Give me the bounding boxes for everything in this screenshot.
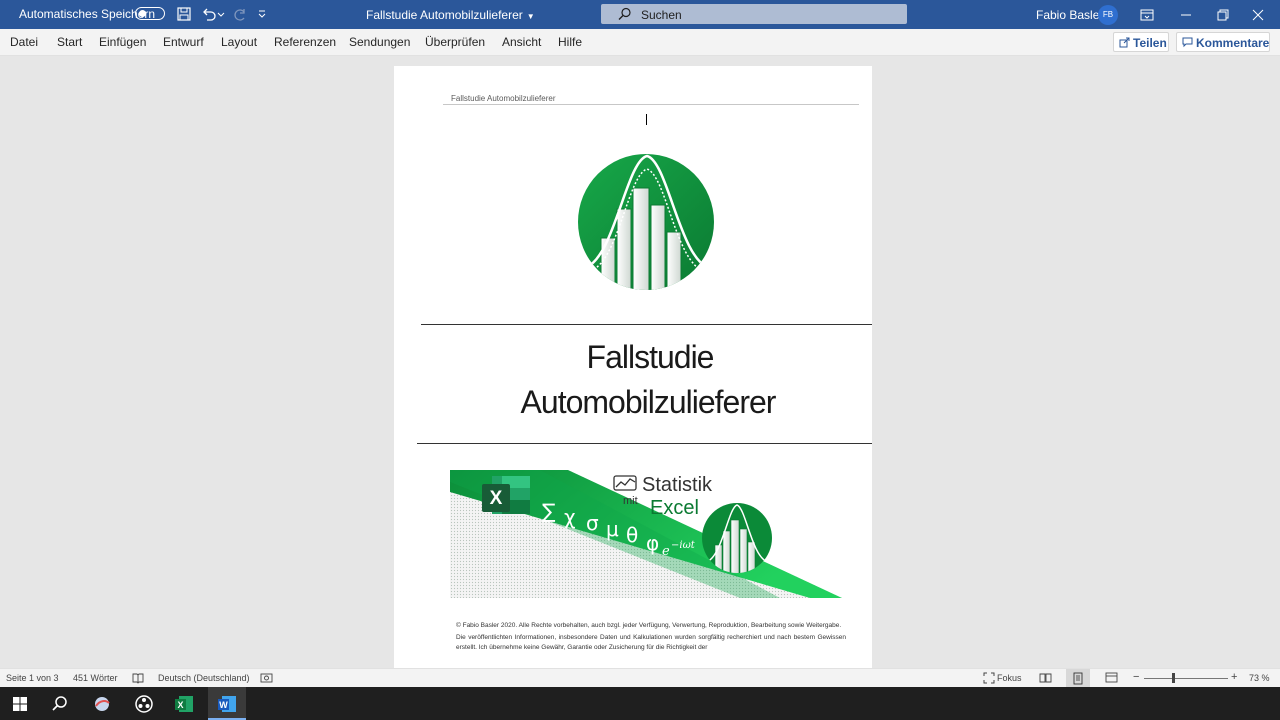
banner-symbol-theta: θ xyxy=(626,523,638,547)
app-icon[interactable] xyxy=(90,692,114,716)
focus-label[interactable]: Fokus xyxy=(997,673,1022,683)
comments-label: Kommentare xyxy=(1196,36,1270,50)
page-count[interactable]: Seite 1 von 3 xyxy=(6,673,59,683)
tab-einfuegen[interactable]: Einfügen xyxy=(99,35,146,49)
comments-button[interactable]: Kommentare xyxy=(1176,32,1270,52)
search-icon xyxy=(618,7,631,20)
accessibility-check-icon[interactable] xyxy=(260,672,273,684)
status-bar: Seite 1 von 3 451 Wörter Deutsch (Deutsc… xyxy=(0,668,1280,688)
copyright-paragraph-1: © Fabio Basler 2020. Alle Rechte vorbeha… xyxy=(456,622,842,629)
document-title-line1: Fallstudie xyxy=(586,339,715,375)
document-title[interactable]: Fallstudie Automobilzulieferer ▼ xyxy=(366,8,535,22)
tab-ansicht[interactable]: Ansicht xyxy=(502,35,541,49)
web-layout-icon[interactable] xyxy=(1105,672,1118,684)
copyright-notice: © Fabio Basler 2020. Alle Rechte vorbeha… xyxy=(456,621,846,655)
taskbar-search-icon[interactable] xyxy=(48,692,72,716)
title-rule-top xyxy=(421,324,872,325)
zoom-out-button[interactable]: − xyxy=(1133,671,1139,683)
proofing-book-icon[interactable] xyxy=(132,672,144,684)
toggle-knob xyxy=(139,10,146,17)
document-title-line2: Automobilzulieferer xyxy=(520,384,777,420)
tab-layout[interactable]: Layout xyxy=(221,35,257,49)
zoom-slider-handle[interactable] xyxy=(1172,673,1175,683)
language-indicator[interactable]: Deutsch (Deutschland) xyxy=(158,673,250,683)
share-label: Teilen xyxy=(1133,36,1167,50)
undo-dropdown-icon[interactable] xyxy=(217,6,225,22)
print-layout-icon[interactable] xyxy=(1072,672,1084,685)
copyright-paragraph-2: Die veröffentlichten Informationen, insb… xyxy=(456,634,846,651)
ribbon-display-options-icon[interactable] xyxy=(1139,7,1155,23)
redo-icon[interactable] xyxy=(232,6,248,22)
avatar[interactable]: FB xyxy=(1098,5,1118,25)
tab-referenzen[interactable]: Referenzen xyxy=(274,35,336,49)
tab-sendungen[interactable]: Sendungen xyxy=(349,35,410,49)
comment-icon xyxy=(1182,37,1193,48)
restore-icon[interactable] xyxy=(1215,7,1231,23)
document-page[interactable]: Fallstudie Automobilzulieferer Fallstudi… xyxy=(394,66,872,668)
banner-mit: mit xyxy=(623,495,638,507)
windows-start-icon[interactable] xyxy=(8,692,32,716)
close-icon[interactable] xyxy=(1250,7,1266,23)
tab-start[interactable]: Start xyxy=(57,35,82,49)
windows-taskbar: X W xyxy=(0,687,1280,720)
share-button[interactable]: Teilen xyxy=(1113,32,1169,52)
svg-text:W: W xyxy=(219,700,228,710)
header-divider xyxy=(443,104,859,105)
minimize-icon[interactable] xyxy=(1178,7,1194,23)
tab-ueberpruefen[interactable]: Überprüfen xyxy=(425,35,485,49)
banner-symbol-sigma: σ xyxy=(586,511,599,535)
title-bar: Automatisches Speichern Fallstudie Autom… xyxy=(0,0,1280,29)
word-icon[interactable]: W xyxy=(215,692,239,716)
chart-line-icon xyxy=(613,475,637,491)
banner-excel: Excel xyxy=(650,497,699,519)
statistics-logo xyxy=(578,154,714,290)
title-chevron-down-icon: ▼ xyxy=(526,12,535,21)
title-rule-bottom xyxy=(417,443,872,444)
banner-excel-letter: X xyxy=(490,488,503,509)
focus-icon[interactable] xyxy=(983,672,995,684)
zoom-slider-track[interactable] xyxy=(1144,678,1228,679)
customize-toolbar-icon[interactable] xyxy=(257,6,267,22)
search-box[interactable]: Suchen xyxy=(601,4,907,24)
banner-symbol-e: e xyxy=(662,544,670,559)
obs-icon[interactable] xyxy=(132,692,156,716)
zoom-level[interactable]: 73 % xyxy=(1249,673,1270,683)
word-count[interactable]: 451 Wörter xyxy=(73,673,118,683)
search-placeholder: Suchen xyxy=(641,8,682,22)
ribbon-tabs: Datei Start Einfügen Entwurf Layout Refe… xyxy=(0,29,1280,56)
tab-entwurf[interactable]: Entwurf xyxy=(163,35,204,49)
share-icon xyxy=(1119,37,1130,48)
save-icon[interactable] xyxy=(176,6,192,22)
banner-statistik: Statistik xyxy=(642,474,713,496)
tab-datei[interactable]: Datei xyxy=(10,35,38,49)
banner-superscript: −iωt xyxy=(671,540,696,551)
document-title-text: Fallstudie Automobilzulieferer xyxy=(366,8,523,22)
banner-symbol-sum: ∑ xyxy=(542,499,556,523)
svg-text:X: X xyxy=(177,700,183,710)
text-cursor xyxy=(646,114,647,125)
banner-symbol-phi: φ xyxy=(646,531,659,555)
autosave-toggle[interactable] xyxy=(135,7,165,20)
excel-icon[interactable]: X xyxy=(172,692,196,716)
zoom-in-button[interactable]: + xyxy=(1231,671,1237,683)
read-mode-icon[interactable] xyxy=(1039,672,1052,684)
statistik-mit-excel-banner: X ∑ χ σ μ θ φ e −iωt Statistik mit Excel xyxy=(450,470,842,598)
user-name[interactable]: Fabio Basler xyxy=(1036,8,1103,22)
banner-symbol-chi: χ xyxy=(564,505,576,529)
page-header-text: Fallstudie Automobilzulieferer xyxy=(451,94,556,103)
undo-icon[interactable] xyxy=(201,6,217,22)
tab-hilfe[interactable]: Hilfe xyxy=(558,35,582,49)
banner-symbol-mu: μ xyxy=(606,517,619,541)
